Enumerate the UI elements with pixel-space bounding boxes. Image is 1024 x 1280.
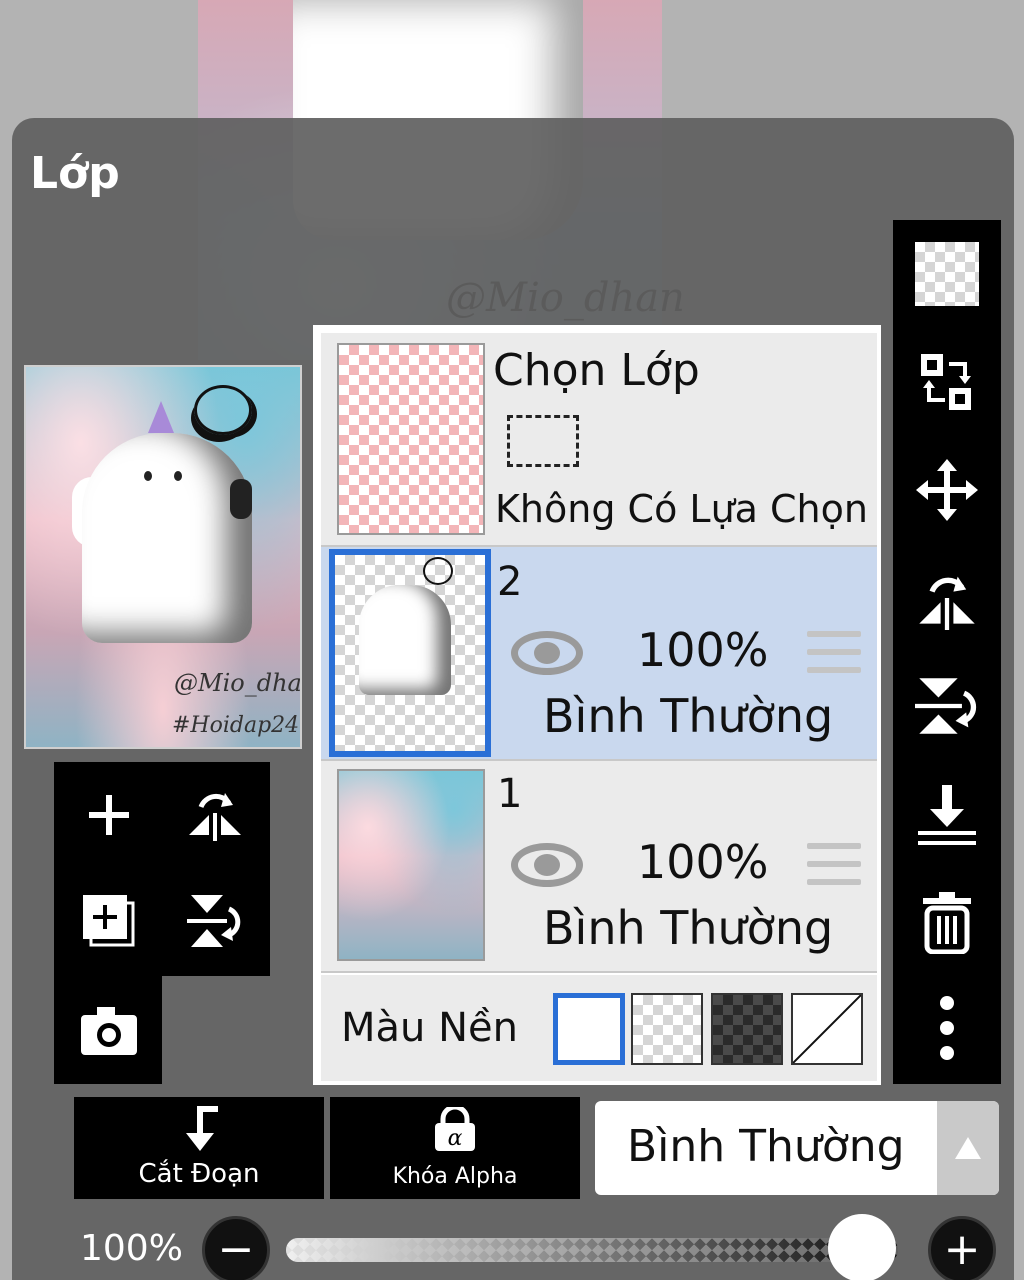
alpha-lock-label: Khóa Alpha [392, 1164, 518, 1189]
alpha-lock-button[interactable]: α Khóa Alpha [330, 1097, 580, 1199]
layer-opacity: 100% [637, 623, 769, 677]
background-white-swatch[interactable] [553, 993, 625, 1065]
layer-opacity: 100% [637, 835, 769, 889]
thumbnail-watermark-tag: #Hoidap247 [172, 713, 302, 738]
layer-number: 1 [497, 771, 523, 817]
camera-icon [81, 1007, 137, 1055]
layer-list: Chọn Lớp Không Có Lựa Chọn 2 100% Bình T… [313, 325, 881, 1085]
flip-vertical-icon [187, 895, 241, 947]
add-layer-button[interactable] [64, 770, 154, 860]
layer-number: 2 [497, 559, 523, 605]
camera-button[interactable] [64, 986, 154, 1076]
flip-horizontal-button[interactable] [909, 560, 985, 636]
swap-layers-icon [921, 354, 971, 410]
clipping-button[interactable]: Cắt Đoạn [74, 1097, 324, 1199]
more-vertical-icon [940, 996, 954, 1060]
layer-row-2[interactable]: 2 100% Bình Thường [321, 547, 877, 761]
thumbnail-watermark-handle: @Mio_dhan [174, 669, 302, 697]
selection-status: Không Có Lựa Chọn [495, 487, 868, 531]
right-toolbar [893, 220, 1001, 1084]
merge-down-button[interactable] [909, 776, 985, 852]
blend-mode-value: Bình Thường [627, 1121, 905, 1172]
scribble-doodle [423, 557, 453, 585]
opacity-slider[interactable] [286, 1238, 898, 1262]
transparency-button[interactable] [915, 242, 979, 306]
party-hat [148, 401, 174, 433]
drag-handle-icon[interactable] [807, 631, 861, 685]
dropdown-arrow-icon[interactable] [937, 1101, 999, 1195]
move-arrows-icon [916, 459, 978, 521]
visibility-eye-icon[interactable] [511, 843, 583, 887]
ghost-eye [174, 471, 182, 481]
visibility-eye-icon[interactable] [511, 631, 583, 675]
plus-icon [89, 795, 129, 835]
layer-2-thumbnail [329, 549, 491, 757]
layer-blend-mode: Bình Thường [543, 901, 834, 955]
flip-horizontal-icon [189, 793, 241, 841]
opacity-value-label: 100% [80, 1228, 183, 1269]
decrease-opacity-button[interactable]: − [202, 1216, 270, 1280]
drag-handle-icon[interactable] [807, 843, 861, 897]
panel-title: Lớp [30, 148, 120, 199]
scribble-doodle [194, 385, 252, 435]
add-layer-copy-icon [83, 895, 135, 947]
ghost-eye [144, 471, 152, 481]
camera-tool-block [54, 976, 162, 1084]
opacity-slider-knob[interactable] [828, 1214, 896, 1280]
selection-thumbnail [337, 343, 485, 535]
background-color-label: Màu Nền [341, 1005, 518, 1051]
delete-layer-button[interactable] [909, 884, 985, 960]
merge-down-icon [918, 785, 976, 845]
selection-layer-row[interactable]: Chọn Lớp Không Có Lựa Chọn [321, 333, 877, 547]
trash-icon [923, 892, 971, 954]
ghost-arm-right [230, 479, 252, 519]
selection-layer-title: Chọn Lớp [493, 345, 700, 396]
clip-arrow-icon [186, 1106, 218, 1151]
flip-horizontal-icon [919, 576, 975, 630]
clipping-label: Cắt Đoạn [138, 1159, 260, 1189]
background-color-row: Màu Nền [321, 975, 877, 1081]
background-transparent-swatch[interactable] [631, 993, 703, 1065]
ghost-drawing [359, 585, 451, 695]
svg-text:α: α [448, 1126, 463, 1151]
layer-row-1[interactable]: 1 100% Bình Thường [321, 761, 877, 973]
plus-icon: + [943, 1224, 981, 1275]
selection-marquee-icon [507, 415, 579, 467]
layer-1-thumbnail [337, 769, 485, 961]
increase-opacity-button[interactable]: + [928, 1216, 996, 1280]
canvas-thumbnail[interactable]: @Mio_dhan #Hoidap247 [24, 365, 302, 749]
layer-blend-mode: Bình Thường [543, 689, 834, 743]
blend-mode-select[interactable]: Bình Thường [595, 1101, 999, 1195]
ghost-body [82, 433, 252, 643]
diagonal-line-icon [793, 995, 861, 1063]
alpha-lock-icon: α [435, 1107, 475, 1151]
flip-horizontal-button[interactable] [170, 770, 260, 860]
background-none-swatch[interactable] [791, 993, 863, 1065]
flip-vertical-icon [915, 678, 977, 734]
background-dark-swatch[interactable] [711, 993, 783, 1065]
swap-layers-button[interactable] [909, 344, 985, 420]
add-copy-layer-button[interactable] [64, 876, 154, 966]
minus-icon: − [217, 1224, 255, 1275]
flip-vertical-button[interactable] [170, 876, 260, 966]
move-button[interactable] [909, 452, 985, 528]
flip-vertical-button[interactable] [909, 668, 985, 744]
more-options-button[interactable] [909, 990, 985, 1066]
layer-tools-block [54, 762, 270, 976]
